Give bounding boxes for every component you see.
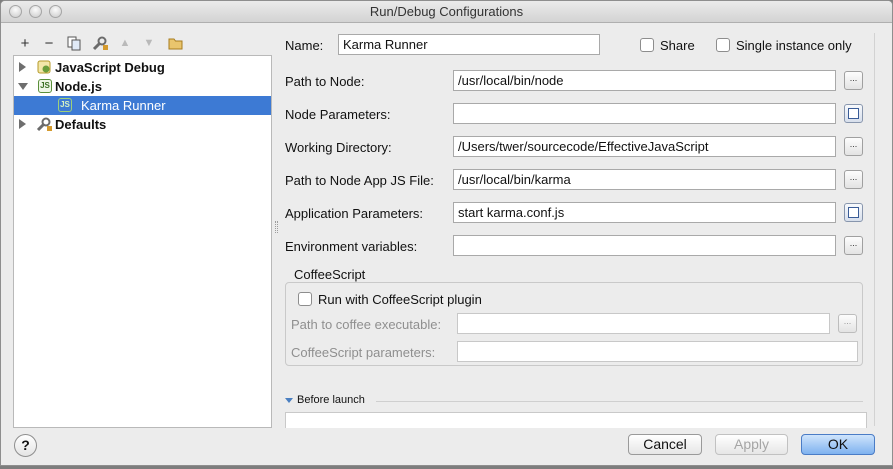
path-to-app-js-input[interactable]: /usr/local/bin/karma [453,169,836,190]
browse-button[interactable]: ... [844,236,863,255]
node-parameters-input[interactable] [453,103,836,124]
browse-button[interactable]: ... [844,170,863,189]
environment-variables-label: Environment variables: [285,239,418,254]
run-debug-configurations-dialog: Run/Debug Configurations + − ▲ ▼ JavaScr… [0,0,893,466]
before-launch-task-list[interactable] [285,412,867,428]
coffee-path-label: Path to coffee executable: [291,317,442,332]
tree-item-defaults[interactable]: Defaults [14,115,271,134]
collapse-arrow-icon[interactable] [18,83,28,90]
application-parameters-label: Application Parameters: [285,206,424,221]
run-with-coffeescript-label: Run with CoffeeScript plugin [318,292,482,307]
wrench-icon [92,36,108,50]
working-directory-label: Working Directory: [285,140,392,155]
folder-icon [168,38,182,49]
coffee-path-input[interactable] [457,313,830,334]
javascript-debug-icon [37,60,51,74]
cancel-button[interactable]: Cancel [628,434,702,455]
expand-arrow-icon[interactable] [19,119,26,129]
tree-item-javascript-debug[interactable]: JavaScript Debug [14,58,271,77]
edit-defaults-button[interactable] [91,33,109,53]
node-parameters-label: Node Parameters: [285,107,391,122]
nodejs-icon: JS [38,79,52,93]
tree-item-nodejs[interactable]: JS Node.js [14,77,271,96]
wrench-icon [36,117,52,132]
browse-button[interactable]: ... [844,71,863,90]
remove-configuration-button[interactable]: − [41,33,57,53]
window-title: Run/Debug Configurations [369,4,524,19]
copy-configuration-button[interactable] [66,33,82,53]
application-parameters-input[interactable]: start karma.conf.js [453,202,836,223]
ok-button[interactable]: OK [801,434,875,455]
working-directory-input[interactable]: /Users/twer/sourcecode/EffectiveJavaScri… [453,136,836,157]
move-up-button[interactable]: ▲ [117,33,133,53]
scroll-edge [874,33,875,426]
coffeescript-parameters-input[interactable] [457,341,858,362]
share-label: Share [660,38,695,53]
copy-icon [67,36,81,50]
single-instance-checkbox[interactable] [716,38,730,52]
share-checkbox[interactable] [640,38,654,52]
single-instance-label: Single instance only [736,38,852,53]
name-label: Name: [285,38,324,53]
environment-variables-input[interactable] [453,235,836,256]
browse-button[interactable]: ... [844,137,863,156]
browse-button[interactable]: ... [838,314,857,333]
help-button[interactable]: ? [14,434,37,457]
nodejs-config-icon: JS [58,98,72,112]
path-to-node-input[interactable]: /usr/local/bin/node [453,70,836,91]
apply-button[interactable]: Apply [715,434,788,455]
expand-arrow-icon[interactable] [19,62,26,72]
add-configuration-button[interactable]: + [17,33,33,53]
expand-editor-button[interactable] [844,203,863,222]
path-to-node-label: Path to Node: [285,74,365,89]
path-to-app-js-label: Path to Node App JS File: [285,173,434,188]
title-bar: Run/Debug Configurations [1,1,892,23]
before-launch-divider [376,401,863,402]
splitter-handle[interactable] [275,221,278,233]
expand-editor-icon [848,207,859,218]
tree-item-label: Defaults [55,117,107,132]
coffeescript-parameters-label: CoffeeScript parameters: [291,345,436,360]
configurations-tree[interactable]: JavaScript Debug JS Node.js JS Karma Run… [13,55,272,428]
coffeescript-group-title: CoffeeScript [291,267,369,282]
before-launch-label: Before launch [297,394,365,406]
expand-editor-icon [848,108,859,119]
move-down-button[interactable]: ▼ [141,33,157,53]
tree-item-karma-runner[interactable]: JS Karma Runner [14,96,271,115]
name-input[interactable]: Karma Runner [338,34,600,55]
tree-item-label: JavaScript Debug [55,60,165,75]
collapse-arrow-icon [285,398,293,403]
tree-item-label: Karma Runner [81,98,166,113]
expand-editor-button[interactable] [844,104,863,123]
tree-item-label: Node.js [55,79,102,94]
create-folder-button[interactable] [167,33,183,53]
run-with-coffeescript-checkbox[interactable] [298,292,312,306]
